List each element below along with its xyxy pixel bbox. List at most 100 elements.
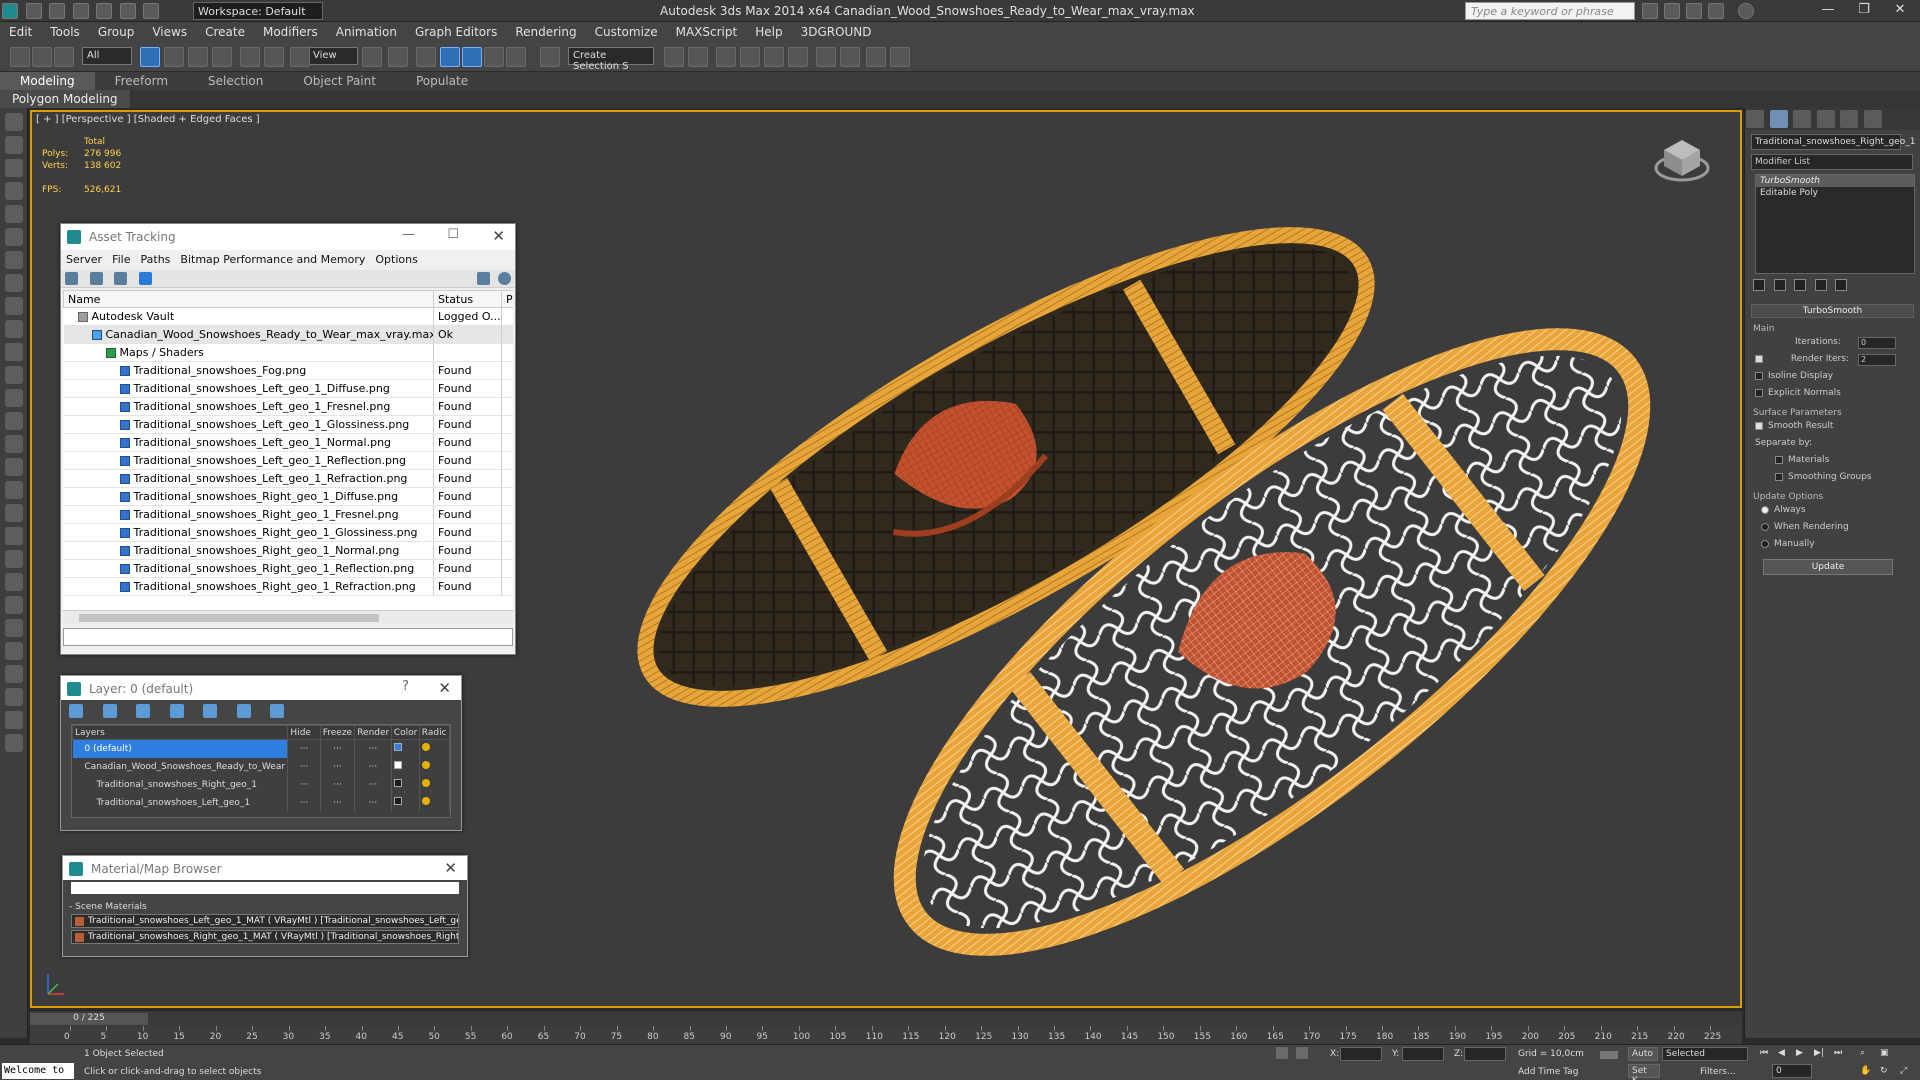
graphite-toggle-icon[interactable]: [740, 47, 760, 67]
menu-views[interactable]: Views: [143, 22, 196, 42]
material-browser-close-button[interactable]: ✕: [444, 859, 457, 877]
material-browser-titlebar[interactable]: Material/Map Browser ✕: [63, 856, 467, 880]
spinner-snap-icon[interactable]: [506, 47, 526, 67]
table-row[interactable]: Traditional_snowshoes_Right_geo_1_Normal…: [63, 541, 513, 560]
delete-layer-icon[interactable]: [102, 704, 117, 718]
time-slider-thumb[interactable]: 0 / 225: [30, 1013, 148, 1025]
table-row[interactable]: Traditional_snowshoes_Left_geo_1_Reflect…: [63, 451, 513, 470]
table-row[interactable]: Traditional_snowshoes_Left_geo_1_Refract…: [63, 469, 513, 488]
layer-row[interactable]: Traditional_snowshoes_Right_geo_1 ··· ··· ·…: [72, 775, 450, 794]
show-end-result-icon[interactable]: [1773, 279, 1786, 291]
layer-freeze-toggle[interactable]: ···: [320, 757, 356, 776]
geosphere-icon[interactable]: [5, 573, 23, 591]
new-file-icon[interactable]: [25, 3, 42, 19]
ribbon-tab-modeling[interactable]: Modeling: [0, 72, 95, 90]
pyramid-icon[interactable]: [5, 550, 23, 568]
mirror-icon[interactable]: [664, 47, 684, 67]
curve-editor-icon[interactable]: [764, 47, 784, 67]
remove-modifier-icon[interactable]: [1814, 279, 1827, 291]
rotate-icon[interactable]: [5, 228, 23, 246]
schematic-view-icon[interactable]: [788, 47, 808, 67]
help-icon[interactable]: [498, 272, 511, 285]
layer-manager-dialog[interactable]: Layer: 0 (default) ? ✕ Layers Hide Freeze R…: [60, 675, 462, 831]
layer-color-swatch[interactable]: [393, 797, 402, 805]
minimize-button[interactable]: —: [1810, 2, 1846, 20]
explicit-normals-checkbox[interactable]: [1755, 388, 1763, 397]
set-key-button[interactable]: Set K.: [1628, 1064, 1660, 1080]
helper-icon[interactable]: [5, 320, 23, 338]
dialog-maximize-button[interactable]: ☐: [447, 227, 459, 242]
go-to-end-icon[interactable]: ⏭: [1834, 1048, 1842, 1058]
layer-freeze-toggle[interactable]: ···: [320, 793, 356, 812]
select-object-icon[interactable]: [140, 47, 160, 67]
menu-tools[interactable]: Tools: [41, 22, 89, 42]
camera-icon[interactable]: [5, 274, 23, 292]
favorites-star-icon[interactable]: [1708, 3, 1724, 19]
column-header-status[interactable]: Status: [433, 290, 502, 308]
ribbon-icon[interactable]: [5, 159, 23, 177]
column-header-name[interactable]: Name: [63, 290, 434, 308]
menu-graph-editors[interactable]: Graph Editors: [406, 22, 506, 42]
workspace-dropdown[interactable]: Workspace: Default: [193, 2, 323, 20]
layer-name[interactable]: 0 (default): [72, 739, 289, 758]
layer-icon[interactable]: [5, 136, 23, 154]
asset-menu-bitmap-performance-and-memory[interactable]: Bitmap Performance and Memory: [175, 250, 370, 269]
pan-icon[interactable]: ✋: [1860, 1066, 1871, 1076]
dialog-minimize-button[interactable]: —: [402, 227, 415, 242]
layer-render-toggle[interactable]: ···: [354, 793, 392, 812]
render-iters-spinner[interactable]: 2: [1858, 354, 1896, 366]
light-icon[interactable]: [5, 297, 23, 315]
dialog-close-button[interactable]: ✕: [492, 227, 505, 245]
asset-table-hscrollbar[interactable]: [63, 610, 513, 624]
layer-hide-toggle[interactable]: ···: [287, 793, 321, 812]
select-objects-icon[interactable]: [203, 704, 217, 718]
select-layer-icon[interactable]: [69, 704, 83, 718]
viewcube-icon[interactable]: [1654, 132, 1710, 188]
zoom-extents-icon[interactable]: ▣: [1880, 1048, 1889, 1058]
new-layer-icon[interactable]: [136, 704, 150, 718]
render-iters-checkbox[interactable]: [1755, 354, 1763, 363]
layer-hide-toggle[interactable]: ···: [287, 739, 321, 758]
layer-color-swatch[interactable]: [393, 761, 402, 769]
current-frame-field[interactable]: 0: [1772, 1064, 1812, 1078]
turbosmooth-rollout-header[interactable]: TurboSmooth: [1751, 304, 1914, 318]
configure-sets-icon[interactable]: [1835, 279, 1847, 291]
scale-icon[interactable]: [5, 251, 23, 269]
layer-hide-toggle[interactable]: ···: [287, 775, 321, 794]
layer-radiosity-cell[interactable]: [419, 793, 450, 812]
select-move-icon[interactable]: [240, 47, 260, 67]
z-coordinate-field[interactable]: [1464, 1047, 1506, 1061]
when-rendering-radio[interactable]: [1761, 522, 1769, 531]
table-row[interactable]: Traditional_snowshoes_Left_geo_1_Fresnel…: [63, 397, 513, 416]
object-name-field[interactable]: Traditional_snowshoes_Right_geo_1: [1751, 134, 1915, 150]
render-icon[interactable]: [5, 688, 23, 706]
subscription-icon[interactable]: [1664, 3, 1680, 19]
zoom-icon[interactable]: ⌕: [1860, 1048, 1865, 1058]
asset-menu-options[interactable]: Options: [370, 250, 422, 269]
material-item[interactable]: Traditional_snowshoes_Left_geo_1_MAT ( V…: [71, 914, 459, 928]
select-by-name-icon[interactable]: [164, 47, 184, 67]
always-radio[interactable]: [1761, 505, 1769, 514]
save-file-icon[interactable]: [72, 3, 89, 19]
layer-hide-toggle[interactable]: ···: [287, 757, 321, 776]
shape-icon[interactable]: [5, 642, 23, 660]
hide-all-icon[interactable]: [270, 704, 284, 718]
isoline-checkbox[interactable]: [1755, 371, 1763, 380]
create-tab-icon[interactable]: [1746, 110, 1764, 128]
play-icon[interactable]: ▶: [1796, 1048, 1803, 1058]
rendered-frame-icon[interactable]: [866, 47, 886, 67]
layer-color-swatch[interactable]: [393, 779, 402, 787]
toolbar-icon[interactable]: [5, 182, 23, 200]
cylinder-icon[interactable]: [5, 596, 23, 614]
stack-item-editable-poly[interactable]: Editable Poly: [1756, 187, 1914, 199]
text-icon[interactable]: [5, 619, 23, 637]
key-filters-button[interactable]: Filters...: [1700, 1067, 1736, 1077]
layer-column-color[interactable]: Color: [390, 725, 420, 740]
layer-row[interactable]: Traditional_snowshoes_Left_geo_1 ··· ··· ··…: [72, 793, 450, 812]
material-editor-icon[interactable]: [816, 47, 836, 67]
isolate-icon[interactable]: [5, 711, 23, 729]
track-bar[interactable]: 0 5 10 15 20 25 30 35 40 45 50 55 60 65 70 75 80 85 90 95 10…: [30, 1026, 1742, 1044]
plane-icon[interactable]: [5, 481, 23, 499]
layer-name[interactable]: Traditional_snowshoes_Left_geo_1: [72, 793, 289, 812]
layer-render-toggle[interactable]: ···: [354, 757, 392, 776]
